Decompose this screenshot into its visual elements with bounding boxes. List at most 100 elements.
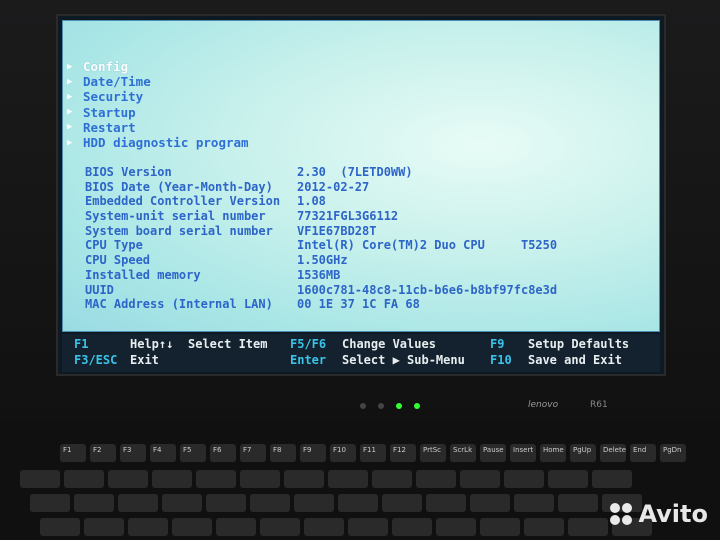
- key-f4[interactable]: F4: [150, 444, 176, 462]
- menu-item-startup[interactable]: ▶ Startup: [67, 105, 249, 120]
- info-row-memory: Installed memory 1536MB: [85, 267, 341, 282]
- keyboard-key[interactable]: [196, 470, 236, 488]
- menu-item-date-time[interactable]: ▶ Date/Time: [67, 74, 249, 89]
- keyboard-key[interactable]: [250, 494, 290, 512]
- menu-item-restart[interactable]: ▶ Restart: [67, 120, 249, 135]
- key-pgup[interactable]: PgUp: [570, 444, 596, 462]
- key-scrlk[interactable]: ScrLk: [450, 444, 476, 462]
- system-info: BIOS Version 2.30 (7LETD0WW) BIOS Date (Y…: [85, 165, 557, 312]
- keyboard-key[interactable]: [426, 494, 466, 512]
- key-end[interactable]: End: [630, 444, 656, 462]
- change-values-label: Change Values: [342, 337, 436, 351]
- keyboard-key[interactable]: [568, 518, 608, 536]
- keyboard-key[interactable]: [524, 518, 564, 536]
- bios-main-panel: ▶ Config ▶ Date/Time ▶ Security ▶ Startup ▶ R…: [62, 20, 660, 332]
- key-f12[interactable]: F12: [390, 444, 416, 462]
- led-icon: [378, 403, 384, 409]
- key-f1[interactable]: F1: [60, 444, 86, 462]
- select-submenu-label: Select ▶ Sub-Menu: [342, 353, 465, 367]
- bios-menu: ▶ Config ▶ Date/Time ▶ Security ▶ Startup ▶ R…: [67, 59, 249, 150]
- keyboard-key[interactable]: [118, 494, 158, 512]
- keyboard-key[interactable]: [480, 518, 520, 536]
- key-pause[interactable]: Pause: [480, 444, 506, 462]
- power-led-icon: [396, 403, 402, 409]
- keyboard-key[interactable]: [74, 494, 114, 512]
- keyboard-key[interactable]: [436, 518, 476, 536]
- key-f10: F10: [490, 353, 512, 367]
- keyboard-key[interactable]: [84, 518, 124, 536]
- exit-label: Exit: [130, 353, 159, 367]
- keyboard-key[interactable]: [558, 494, 598, 512]
- triangle-right-icon: ▶: [67, 122, 73, 133]
- status-leds: [360, 403, 420, 409]
- key-f3[interactable]: F3: [120, 444, 146, 462]
- bios-footer-help: F1 Help↑↓ Select Item F3/ESC Exit F5/F6 …: [62, 334, 660, 372]
- info-row-ec-version: Embedded Controller Version 1.08: [85, 194, 326, 209]
- avito-watermark: Avito: [610, 500, 708, 528]
- keyboard-key[interactable]: [416, 470, 456, 488]
- keyboard-key[interactable]: [162, 494, 202, 512]
- info-row-unit-serial: System-unit serial number 77321FGL3G6112: [85, 209, 399, 224]
- keyboard-key[interactable]: [348, 518, 388, 536]
- avito-logo-icon: [610, 503, 633, 525]
- key-f3-esc: F3/ESC: [74, 353, 118, 367]
- keyboard-key[interactable]: [284, 470, 324, 488]
- key-f9[interactable]: F9: [300, 444, 326, 462]
- keyboard-key[interactable]: [172, 518, 212, 536]
- key-prtsc[interactable]: PrtSc: [420, 444, 446, 462]
- keyboard-key[interactable]: [294, 494, 334, 512]
- key-f8[interactable]: F8: [270, 444, 296, 462]
- keyboard-key[interactable]: [504, 470, 544, 488]
- keyboard-key[interactable]: [64, 470, 104, 488]
- keyboard-key[interactable]: [108, 470, 148, 488]
- help-label: Help↑↓: [130, 337, 174, 351]
- keyboard-key[interactable]: [128, 518, 168, 536]
- keyboard-key[interactable]: [470, 494, 510, 512]
- keyboard-key[interactable]: [592, 470, 632, 488]
- key-f2[interactable]: F2: [90, 444, 116, 462]
- info-row-cpu-speed: CPU Speed 1.50GHz: [85, 253, 348, 268]
- info-row-uuid: UUID 1600c781-48c8-11cb-b6e6-b8bf97fc8e3d: [85, 282, 558, 297]
- key-f11[interactable]: F11: [360, 444, 386, 462]
- save-exit-label: Save and Exit: [528, 353, 622, 367]
- keyboard-key[interactable]: [240, 470, 280, 488]
- triangle-right-icon: ▶: [67, 107, 73, 118]
- keyboard-key[interactable]: [20, 470, 60, 488]
- select-item-label: Select Item: [188, 337, 268, 351]
- keyboard-key[interactable]: [30, 494, 70, 512]
- key-pgdn[interactable]: PgDn: [660, 444, 686, 462]
- keyboard-key[interactable]: [216, 518, 256, 536]
- menu-item-hdd-diagnostic[interactable]: ▶ HDD diagnostic program: [67, 135, 249, 150]
- key-f6[interactable]: F6: [210, 444, 236, 462]
- keyboard-key[interactable]: [328, 470, 368, 488]
- key-delete[interactable]: Delete: [600, 444, 626, 462]
- brand-logo: lenovo: [528, 400, 559, 410]
- keyboard-key[interactable]: [392, 518, 432, 536]
- keyboard-key[interactable]: [382, 494, 422, 512]
- keyboard-key[interactable]: [548, 470, 588, 488]
- keyboard-key[interactable]: [372, 470, 412, 488]
- key-insert[interactable]: Insert: [510, 444, 536, 462]
- key-f5[interactable]: F5: [180, 444, 206, 462]
- key-f5-f6: F5/F6: [290, 337, 327, 351]
- triangle-right-icon: ▶: [67, 91, 73, 102]
- info-row-board-serial: System board serial number VF1E67BD28T: [85, 223, 377, 238]
- menu-item-security[interactable]: ▶ Security: [67, 89, 249, 104]
- key-f10[interactable]: F10: [330, 444, 356, 462]
- keyboard-key[interactable]: [514, 494, 554, 512]
- keyboard-key[interactable]: [206, 494, 246, 512]
- key-home[interactable]: Home: [540, 444, 566, 462]
- info-row-mac: MAC Address (Internal LAN) 00 1E 37 1C FA…: [85, 297, 420, 312]
- keyboard-key[interactable]: [152, 470, 192, 488]
- keyboard-key[interactable]: [304, 518, 344, 536]
- keyboard-key[interactable]: [460, 470, 500, 488]
- key-f7[interactable]: F7: [240, 444, 266, 462]
- triangle-right-icon: ▶: [67, 137, 73, 148]
- menu-item-config[interactable]: ▶ Config: [67, 59, 249, 74]
- keyboard-key[interactable]: [338, 494, 378, 512]
- keyboard-key[interactable]: [260, 518, 300, 536]
- key-f9: F9: [490, 337, 505, 351]
- info-row-cpu-type: CPU Type Intel(R) Core(TM)2 Duo CPU T5250: [85, 238, 558, 253]
- keyboard-key[interactable]: [40, 518, 80, 536]
- key-f1: F1: [74, 337, 89, 351]
